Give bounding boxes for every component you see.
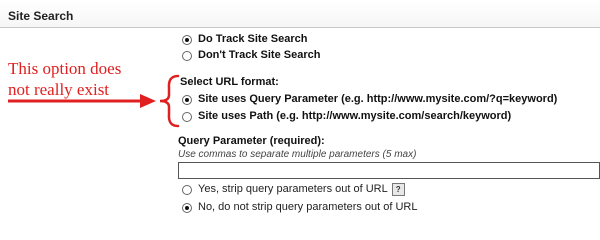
query-parameter-input[interactable]: [178, 162, 600, 179]
radio-label: Site uses Query Parameter (e.g. http://w…: [198, 93, 558, 105]
radio-button[interactable]: [182, 202, 192, 213]
query-parameter-hint: Use commas to separate multiple paramete…: [178, 149, 417, 160]
query-parameter-label: Query Parameter (required):: [178, 135, 325, 147]
site-search-panel: Site Search Do Track Site Search Don't T…: [0, 0, 600, 223]
annotation-line-2: not really exist: [8, 80, 110, 99]
radio-button[interactable]: [182, 94, 192, 105]
radio-query-parameter[interactable]: Site uses Query Parameter (e.g. http://w…: [182, 93, 557, 106]
question-mark-icon[interactable]: ?: [391, 183, 405, 196]
radio-label: Yes, strip query parameters out of URL: [198, 183, 388, 195]
radio-button[interactable]: [182, 111, 192, 122]
radio-label: Site uses Path (e.g. http://www.mysite.c…: [198, 110, 512, 122]
radio-do-track[interactable]: Do Track Site Search: [182, 33, 307, 46]
url-format-heading: Select URL format:: [180, 76, 279, 88]
annotation-text: This option does not really exist: [8, 58, 121, 100]
section-header: Site Search: [0, 0, 600, 28]
radio-label: Don't Track Site Search: [198, 49, 321, 61]
radio-label: Do Track Site Search: [198, 33, 308, 45]
radio-label: No, do not strip query parameters out of…: [198, 201, 418, 213]
section-title: Site Search: [8, 9, 74, 23]
radio-strip-yes[interactable]: Yes, strip query parameters out of URL ?: [182, 183, 405, 196]
annotation-line-1: This option does: [8, 59, 122, 78]
annotation-brace-icon: [159, 74, 180, 128]
radio-dont-track[interactable]: Don't Track Site Search: [182, 49, 320, 62]
radio-strip-no[interactable]: No, do not strip query parameters out of…: [182, 201, 418, 214]
radio-button[interactable]: [182, 50, 192, 61]
radio-button[interactable]: [182, 34, 192, 45]
radio-button[interactable]: [182, 184, 192, 195]
radio-path[interactable]: Site uses Path (e.g. http://www.mysite.c…: [182, 110, 511, 123]
